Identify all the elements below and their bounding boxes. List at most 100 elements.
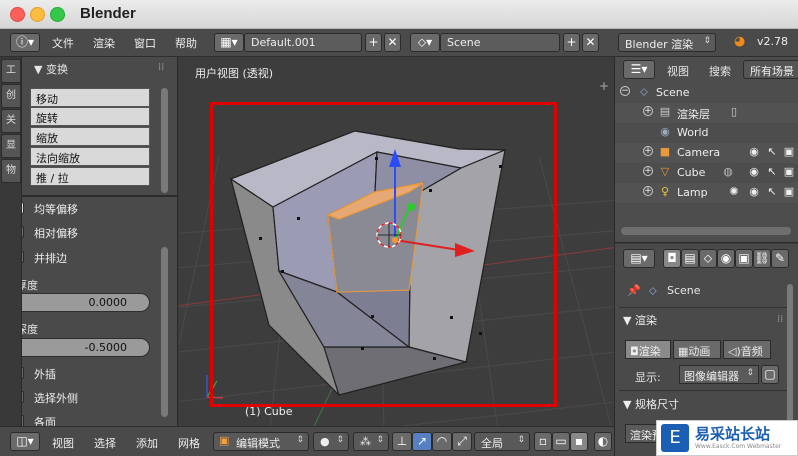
scene-context-icon[interactable]: ⬦ (699, 249, 717, 268)
orientation-dropdown[interactable]: 全局 ⇕ (474, 432, 530, 451)
tab-physics[interactable]: 物 (1, 159, 21, 183)
render-animation-button[interactable]: ▦动画 (673, 340, 721, 359)
tab-create[interactable]: 创 (1, 84, 21, 108)
outliner-row-scene[interactable]: − ⬦ Scene (615, 83, 798, 103)
render-context-icon[interactable]: ◘ (663, 249, 681, 268)
rotate-button[interactable]: 旋转 (30, 107, 150, 126)
chevron-updown-icon: ⇕ (517, 435, 525, 445)
render-camera-icon[interactable]: ▣ (782, 165, 796, 179)
menu-render[interactable]: 渲染 (93, 35, 115, 51)
screen-layout-field[interactable]: Default.001 (244, 33, 362, 52)
operator-panel-scrollbar[interactable] (161, 247, 168, 417)
editor-type-3dview-icon[interactable]: ◫▾ (10, 432, 40, 451)
render-engine-dropdown[interactable]: Blender 渲染 ⇕ (618, 33, 716, 52)
pivot-dropdown[interactable]: ⁂ ⇕ (353, 432, 389, 451)
translate-manipulator-icon[interactable]: ↗ (412, 432, 432, 451)
remove-scene-icon[interactable]: ✕ (582, 33, 599, 52)
screen-layout-icon[interactable]: ▦▾ (214, 33, 244, 52)
vertex-select-icon[interactable]: ▫ (534, 432, 552, 451)
scene-field[interactable]: Scene (440, 33, 560, 52)
outliner-row-lamp[interactable]: + ♀ Lamp ✺ ◉ ↖ ▣ (615, 183, 798, 203)
scale-button[interactable]: 缩放 (30, 127, 150, 146)
editor-type-outliner-icon[interactable]: ☰▾ (623, 60, 655, 79)
outliner-tab-search[interactable]: 搜索 (709, 63, 731, 79)
transform-panel-header[interactable]: ▼ 变换 (34, 61, 68, 77)
thickness-field[interactable]: 0.0000 (10, 293, 150, 312)
tab-display[interactable]: 显 (1, 134, 21, 158)
object-context-icon[interactable]: ▣ (735, 249, 753, 268)
tab-tools[interactable]: 工 (1, 59, 21, 83)
outliner-row-cube[interactable]: + ▽ Cube ◍ ◉ ↖ ▣ (615, 163, 798, 183)
scene-icon[interactable]: ⬦▾ (410, 33, 440, 52)
menu-mesh[interactable]: 网格 (178, 435, 200, 451)
render-camera-icon[interactable]: ▣ (782, 145, 796, 159)
pin-icon[interactable]: 📌 (627, 284, 641, 297)
face-select-icon[interactable]: ▪ (570, 432, 588, 451)
menu-view[interactable]: 视图 (52, 435, 74, 451)
manipulator-toggle-icon[interactable]: ⊥ (392, 432, 412, 451)
world-context-icon[interactable]: ◉ (717, 249, 735, 268)
edge-select-icon[interactable]: ▭ (552, 432, 570, 451)
select-arrow-icon[interactable]: ↖ (765, 145, 779, 159)
render-still-button[interactable]: ◘渲染 (625, 340, 671, 359)
menu-select[interactable]: 选择 (94, 435, 116, 451)
outliner-row-world[interactable]: ◉ World (615, 123, 798, 143)
push-pull-button[interactable]: 推 / 拉 (30, 167, 150, 186)
3d-viewport[interactable]: 用户视图 (透视) (1) Cube + (179, 57, 614, 426)
blender-logo-icon: ◕ (734, 34, 746, 49)
editor-type-info-icon[interactable]: ⓘ▾ (10, 33, 40, 52)
close-window-button[interactable] (10, 7, 25, 22)
select-arrow-icon[interactable]: ↖ (765, 165, 779, 179)
drag-handle-icon[interactable]: ⁞⁞ (777, 314, 783, 325)
expand-icon[interactable]: + (643, 186, 653, 196)
shading-dropdown[interactable]: ● ⇕ (313, 432, 349, 451)
outliner-filter-dropdown[interactable]: 所有场景 (743, 60, 798, 79)
select-arrow-icon[interactable]: ↖ (765, 185, 779, 199)
visibility-eye-icon[interactable]: ◉ (747, 185, 761, 199)
dimensions-panel-header[interactable]: ▼ 规格尺寸 (623, 396, 783, 412)
outliner-row-camera[interactable]: + ■ Camera ◉ ↖ ▣ (615, 143, 798, 163)
lock-interface-icon[interactable]: ▢ (761, 365, 779, 384)
xray-icon[interactable]: ◐ (594, 432, 612, 451)
maximize-window-button[interactable] (50, 7, 65, 22)
mode-dropdown[interactable]: ▣ 编辑模式 ⇕ (213, 432, 309, 451)
render-audio-button[interactable]: ◁)音频 (723, 340, 771, 359)
menu-file[interactable]: 文件 (52, 35, 74, 51)
display-value-label: 图像编辑器 (684, 370, 739, 383)
outliner-label-scene: Scene (656, 86, 690, 99)
display-dropdown[interactable]: 图像编辑器 ⇕ (679, 365, 759, 384)
scale-manipulator-icon[interactable]: ⤢ (452, 432, 472, 451)
render-layers-context-icon[interactable]: ▤ (681, 249, 699, 268)
drag-handle-icon[interactable]: ⁞⁞ (158, 62, 164, 73)
constraints-context-icon[interactable]: ⛓ (753, 249, 771, 268)
tool-shelf-scrollbar[interactable] (161, 88, 168, 193)
depth-field[interactable]: -0.5000 (10, 338, 150, 357)
outliner-tab-view[interactable]: 视图 (667, 63, 689, 79)
outliner-row-render-layers[interactable]: + ▤ 渲染层 ▯ (615, 103, 798, 123)
visibility-eye-icon[interactable]: ◉ (747, 145, 761, 159)
add-layout-icon[interactable]: + (365, 33, 382, 52)
move-button[interactable]: 移动 (30, 88, 150, 107)
menu-add[interactable]: 添加 (136, 435, 158, 451)
minimize-window-button[interactable] (30, 7, 45, 22)
outliner-scrollbar[interactable] (621, 227, 791, 235)
add-scene-icon[interactable]: + (563, 33, 580, 52)
shrink-fatten-button[interactable]: 法向缩放 (30, 147, 150, 166)
expand-icon[interactable]: + (643, 106, 653, 116)
editor-type-properties-icon[interactable]: ▤▾ (623, 249, 655, 268)
expand-icon[interactable]: + (643, 166, 653, 176)
render-camera-icon[interactable]: ▣ (782, 185, 796, 199)
properties-scrollbar[interactable] (787, 284, 793, 434)
menu-window[interactable]: 窗口 (134, 35, 156, 51)
render-panel-header[interactable]: ▼ 渲染 (623, 312, 783, 328)
tab-relations[interactable]: 关 (1, 109, 21, 133)
modifiers-context-icon[interactable]: ✎ (771, 249, 789, 268)
add-region-icon[interactable]: + (599, 79, 609, 93)
tool-shelf: ▼ 变换 ⁞⁞ 移动 旋转 缩放 法向缩放 推 / 拉 ✓ 均等偏移 相对偏移 … (0, 57, 178, 429)
remove-layout-icon[interactable]: ✕ (384, 33, 401, 52)
menu-help[interactable]: 帮助 (175, 35, 197, 51)
expand-icon[interactable]: + (643, 146, 653, 156)
rotate-manipulator-icon[interactable]: ◠ (432, 432, 452, 451)
visibility-eye-icon[interactable]: ◉ (747, 165, 761, 179)
collapse-icon[interactable]: − (620, 86, 630, 96)
